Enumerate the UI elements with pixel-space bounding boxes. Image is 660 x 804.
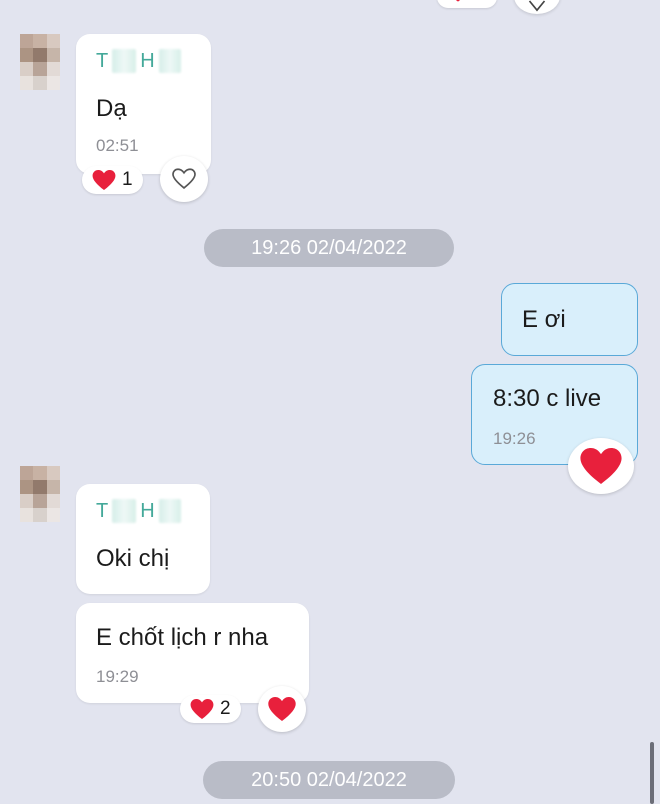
heart-icon xyxy=(190,699,214,719)
message-bubble[interactable]: T H Oki chị xyxy=(76,484,210,594)
sender-name: T H xyxy=(96,48,181,74)
message-time: 19:26 xyxy=(493,429,536,448)
message-time: 02:51 xyxy=(96,136,139,155)
reaction-count-pill[interactable]: 1 xyxy=(82,166,143,194)
message-time: 19:29 xyxy=(96,667,139,686)
heart-reaction-button[interactable] xyxy=(568,438,634,494)
reaction-pill-partial[interactable] xyxy=(437,0,497,8)
message-text: E ơi xyxy=(522,306,566,333)
message-text: Dạ xyxy=(96,95,127,122)
outgoing-message-bubble[interactable]: E ơi xyxy=(501,283,638,356)
reaction-count: 2 xyxy=(220,698,231,719)
heart-filled-icon xyxy=(268,697,296,721)
date-divider: 19:26 02/04/2022 xyxy=(204,229,454,267)
message-bubble[interactable]: T H Dạ 02:51 xyxy=(76,34,211,174)
heart-icon xyxy=(455,0,461,2)
message-text: Oki chị xyxy=(96,545,170,572)
reaction-count-pill[interactable]: 2 xyxy=(180,695,241,723)
heart-icon xyxy=(92,170,116,190)
avatar[interactable] xyxy=(20,34,60,90)
heart-reaction-button-partial[interactable] xyxy=(514,0,560,14)
heart-reaction-button[interactable] xyxy=(160,156,208,202)
scrollbar[interactable] xyxy=(650,742,654,804)
date-divider: 20:50 02/04/2022 xyxy=(203,761,455,799)
heart-outline-icon xyxy=(528,0,546,12)
heart-reaction-button[interactable] xyxy=(258,686,306,732)
sender-name: T H xyxy=(96,498,181,524)
message-text: 8:30 c live xyxy=(493,385,602,412)
heart-filled-icon xyxy=(580,448,622,484)
message-text: E chốt lịch r nha xyxy=(96,624,269,651)
avatar[interactable] xyxy=(20,466,60,522)
reaction-count: 1 xyxy=(122,169,133,190)
heart-outline-icon xyxy=(172,168,196,189)
